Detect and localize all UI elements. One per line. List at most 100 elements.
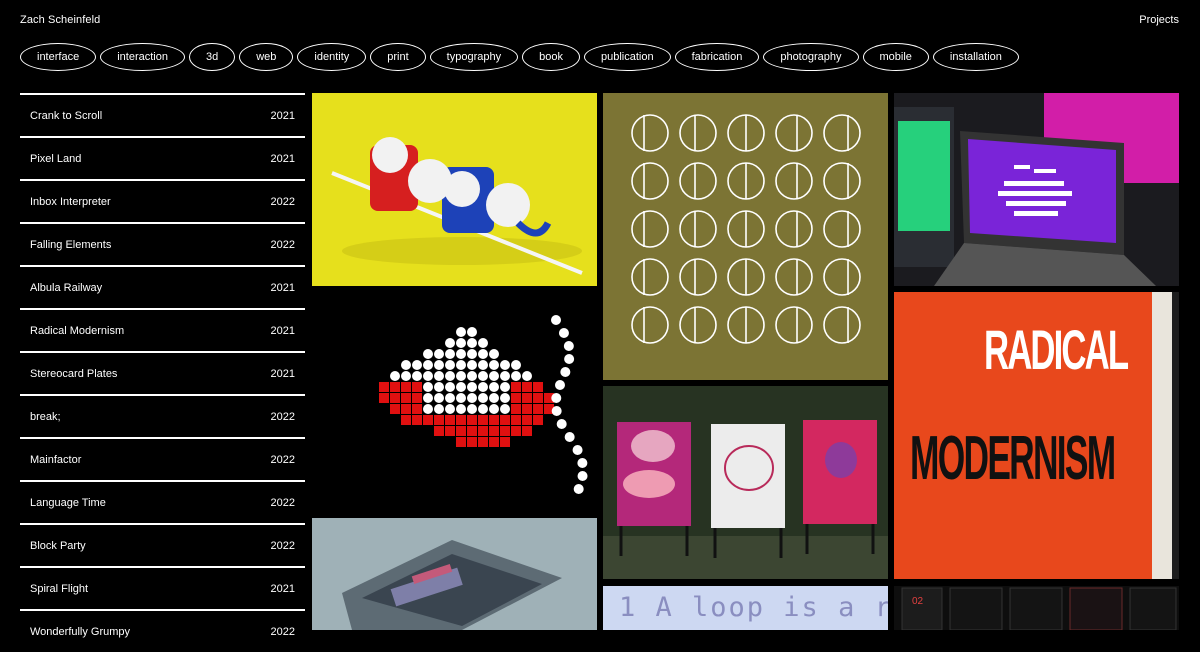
project-row[interactable]: Stereocard Plates 2021 [20, 351, 305, 394]
pixel-dot [434, 404, 444, 414]
thumb-inbox-interpreter[interactable] [894, 93, 1179, 286]
project-row[interactable]: Block Party 2022 [20, 523, 305, 566]
tag-mobile[interactable]: mobile [862, 43, 929, 71]
pixel-dot [467, 349, 477, 359]
pixel-dot [423, 393, 433, 403]
pixel-dot [434, 360, 444, 370]
thumb-albula-railway[interactable] [603, 386, 888, 579]
project-title: Radical Modernism [30, 324, 125, 337]
tag-interface[interactable]: interface [20, 43, 97, 71]
pixel-dot [563, 341, 574, 351]
thumb-crank-to-scroll[interactable] [312, 93, 597, 286]
project-row[interactable]: Crank to Scroll 2021 [20, 93, 305, 136]
project-row[interactable]: Inbox Interpreter 2022 [20, 179, 305, 222]
pixel-square [533, 393, 543, 403]
half-circle-glyph [727, 306, 765, 344]
pixel-dot [522, 371, 532, 381]
project-title: Wonderfully Grumpy [30, 625, 131, 638]
pixel-dot [423, 371, 433, 381]
half-circle-glyph [775, 114, 813, 152]
site-name[interactable]: Zach Scheinfeld [20, 14, 100, 26]
pixel-square [522, 393, 532, 403]
project-row[interactable]: Mainfactor 2022 [20, 437, 305, 480]
pixel-dot [500, 404, 510, 414]
pixel-square [500, 426, 510, 436]
tag-web[interactable]: web [239, 43, 294, 71]
tag-book[interactable]: book [522, 43, 580, 71]
tag-typography[interactable]: typography [429, 43, 519, 71]
laptop-photo [894, 93, 1179, 286]
project-year: 2021 [270, 367, 295, 380]
half-circle-glyph [775, 210, 813, 248]
pixel-square [434, 415, 444, 425]
pixel-dot [478, 404, 488, 414]
project-row[interactable]: Pixel Land 2021 [20, 136, 305, 179]
project-row[interactable]: break; 2022 [20, 394, 305, 437]
half-circle-glyph [727, 162, 765, 200]
pixel-dot [489, 360, 499, 370]
pixel-dot [551, 393, 562, 403]
project-row[interactable]: Spiral Flight 2021 [20, 566, 305, 609]
tag-identity[interactable]: identity [297, 43, 367, 71]
pixel-dot [456, 360, 466, 370]
pixel-dot [551, 315, 561, 325]
pixel-square [379, 393, 389, 403]
tag-installation[interactable]: installation [932, 43, 1019, 71]
pixel-dot [445, 360, 455, 370]
half-circle-glyph [679, 210, 717, 248]
project-title: Crank to Scroll [30, 109, 103, 122]
pixel-square [522, 404, 532, 414]
tag-photography[interactable]: photography [763, 43, 859, 71]
tag-print[interactable]: print [370, 43, 426, 71]
pixel-square [390, 404, 400, 414]
half-circle-glyph [727, 258, 765, 296]
thumb-falling-elements[interactable] [603, 93, 888, 380]
tag-fabrication[interactable]: fabrication [674, 43, 760, 71]
project-row[interactable]: Falling Elements 2022 [20, 222, 305, 265]
pixel-dot [467, 338, 477, 348]
pixel-square [500, 415, 510, 425]
project-year: 2022 [270, 195, 295, 208]
pixel-dot [401, 371, 411, 381]
tag-publication[interactable]: publication [583, 43, 671, 71]
project-title: Spiral Flight [30, 582, 89, 595]
thumb-language-time[interactable]: 1 A loop is a re [603, 586, 888, 630]
radical-book-spine [1152, 292, 1172, 579]
pixel-square [456, 415, 466, 425]
pixel-dot [489, 404, 499, 414]
pixel-dot [560, 367, 571, 377]
half-circle-glyph [631, 210, 669, 248]
projects-link[interactable]: Projects [1139, 14, 1179, 26]
pixel-dot [577, 471, 588, 481]
half-circle-glyph [631, 306, 669, 344]
project-row[interactable]: Radical Modernism 2021 [20, 308, 305, 351]
half-circle-glyph [823, 114, 861, 152]
thumb-block-party[interactable]: 02 [894, 586, 1179, 630]
thumb-radical-modernism[interactable]: RADICAL MODERNISM [894, 292, 1179, 579]
pixel-dot [423, 404, 433, 414]
radical-title-line2: MODERNISM [910, 424, 1116, 493]
project-row[interactable]: Language Time 2022 [20, 480, 305, 523]
pixel-dot [564, 432, 575, 442]
pixel-dot [467, 360, 477, 370]
thumb-stereocard-plates[interactable] [312, 518, 597, 630]
project-row[interactable]: Wonderfully Grumpy 2022 [20, 609, 305, 652]
tag-interaction[interactable]: interaction [100, 43, 185, 71]
pixel-dot [401, 360, 411, 370]
pixel-dot [445, 338, 455, 348]
thumb-pixel-land[interactable] [312, 292, 597, 511]
pixel-square [522, 426, 532, 436]
project-year: 2021 [270, 109, 295, 122]
project-title: Falling Elements [30, 238, 112, 251]
tag-3d[interactable]: 3d [188, 43, 236, 71]
loop-text: 1 A loop is a re [619, 592, 888, 623]
pixel-square [511, 426, 521, 436]
half-circle-glyph-grid [631, 114, 861, 344]
pixel-dot [478, 393, 488, 403]
pixel-square [467, 426, 477, 436]
half-circle-glyph [823, 210, 861, 248]
svg-text:02: 02 [912, 596, 924, 607]
pixel-dot [390, 371, 400, 381]
project-row[interactable]: Albula Railway 2021 [20, 265, 305, 308]
pixel-square [478, 437, 488, 447]
